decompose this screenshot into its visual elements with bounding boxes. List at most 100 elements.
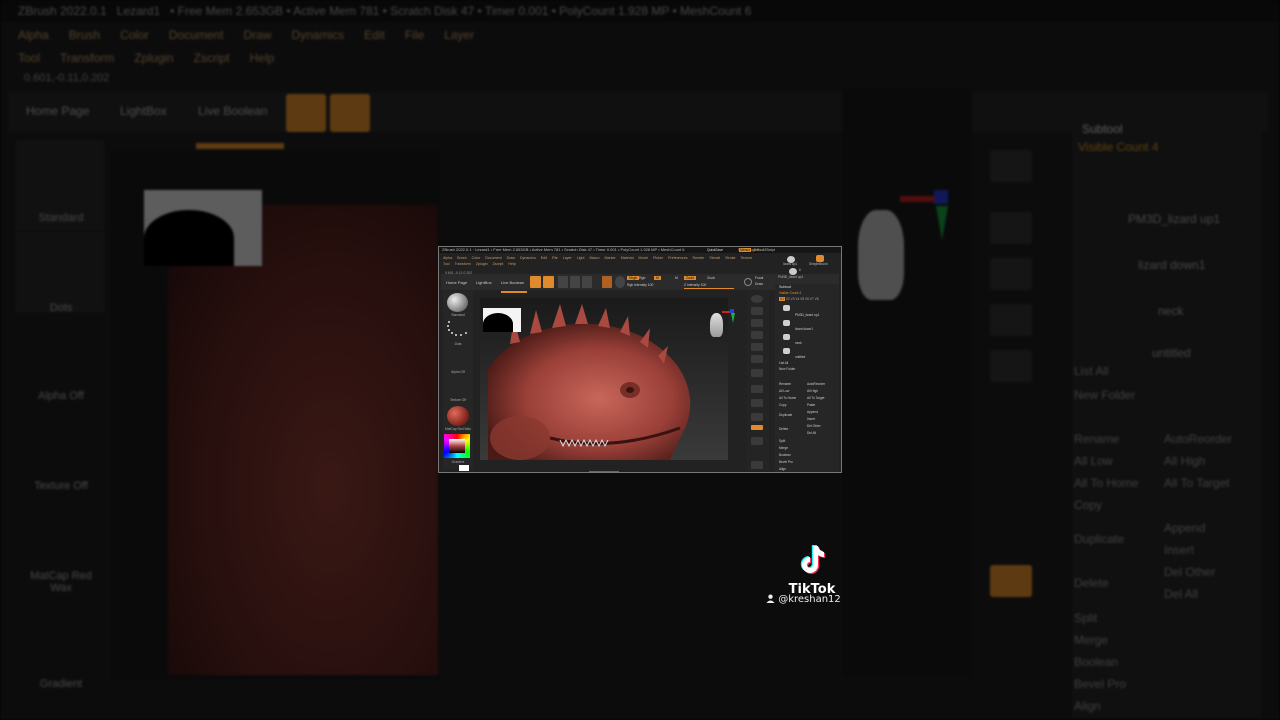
subtool-title[interactable]: Subtool [779, 285, 791, 289]
lightbox-button[interactable]: LightBox [476, 280, 492, 285]
version-v7[interactable]: V7 [810, 297, 814, 301]
spix-button[interactable] [751, 295, 763, 303]
subtool-thumb-3[interactable] [783, 334, 790, 340]
move-button[interactable] [558, 276, 568, 288]
subtool-thumb-4[interactable] [783, 348, 790, 354]
delete-button[interactable]: Delete [779, 427, 788, 431]
actual-button[interactable] [751, 343, 763, 351]
subtool-item-4[interactable]: untitled [795, 355, 805, 359]
version-v6[interactable]: V6 [805, 297, 809, 301]
mrgb-toggle[interactable]: Mrgb [627, 276, 639, 280]
persp-button[interactable] [751, 369, 763, 377]
menu-help[interactable]: Help [508, 262, 515, 266]
menu-tool[interactable]: Tool [443, 262, 450, 266]
subtool-thumb-1[interactable] [783, 305, 790, 311]
z-intensity-slider[interactable]: Z Intensity 100 [684, 283, 706, 287]
menu-stroke[interactable]: Stroke [725, 256, 735, 260]
simplebrush-thumb[interactable] [816, 255, 824, 262]
canvas-scrollbar[interactable] [589, 471, 619, 472]
version-v3[interactable]: V3 [791, 297, 795, 301]
subtool-thumb-2[interactable] [783, 320, 790, 326]
all-to-home-button[interactable]: All To Home [779, 396, 796, 400]
lock-button[interactable] [751, 413, 763, 421]
focal-shift-slider[interactable]: Focal [755, 276, 763, 280]
bevel-pro-button[interactable]: Bevel Pro [779, 460, 793, 464]
menu-material[interactable]: Material [621, 256, 634, 260]
duplicate-button[interactable]: Duplicate [779, 413, 792, 417]
version-v5[interactable]: V5 [800, 297, 804, 301]
menu-row-2[interactable]: Tool Transform Zplugin Zscript Help [443, 262, 520, 266]
menu-file[interactable]: File [552, 256, 558, 260]
scale-button[interactable] [570, 276, 580, 288]
navigation-head-icon[interactable] [710, 313, 723, 337]
quicksave-button[interactable]: QuickSave [707, 248, 723, 252]
copy-button[interactable]: Copy [779, 403, 786, 407]
menu-zscript[interactable]: Zscript [493, 262, 504, 266]
live-boolean-button[interactable]: Live Boolean [501, 280, 524, 285]
aahalf-button[interactable] [751, 355, 763, 363]
del-all-button[interactable]: Del All [807, 431, 816, 435]
menu-dynamics[interactable]: Dynamics [520, 256, 536, 260]
menu-row-1[interactable]: Alpha Brush Color Document Draw Dynamics… [443, 256, 756, 260]
rotate-button[interactable] [582, 276, 592, 288]
version-v8[interactable]: V8 [815, 297, 819, 301]
spix3-button[interactable] [751, 307, 763, 315]
menu-alpha[interactable]: Alpha [443, 256, 452, 260]
lazy-mouse-icon[interactable] [744, 278, 752, 286]
pm3d-tool-thumb[interactable] [789, 268, 797, 275]
boolean-button[interactable]: Boolean [779, 453, 791, 457]
subtool-item-3[interactable]: neck [795, 341, 802, 345]
rename-button[interactable]: Rename [779, 382, 791, 386]
menu-light[interactable]: Light [577, 256, 585, 260]
frame-button[interactable] [751, 437, 763, 445]
menu-draw[interactable]: Draw [507, 256, 515, 260]
all-high-button[interactable]: All High [807, 389, 818, 393]
tool-pm3d[interactable]: PM3D_lizard up1 [778, 275, 803, 279]
scroll-button[interactable] [751, 319, 763, 327]
menus-button[interactable]: Menus [739, 248, 751, 252]
tool-lizard-up1[interactable]: lizard up1 [783, 262, 797, 266]
brush-thumbnail[interactable] [447, 293, 468, 312]
qxyz-button[interactable] [751, 425, 763, 430]
append-button[interactable]: Append [807, 410, 818, 414]
zoom-button[interactable] [751, 331, 763, 339]
menu-picker[interactable]: Picker [653, 256, 663, 260]
all-low-button[interactable]: All Low [779, 389, 789, 393]
version-row[interactable]: V1 V2 V3 V4 V5 V6 V7 V8 [779, 297, 818, 301]
subtool-item-1[interactable]: PM3D_lizard up1 [795, 313, 819, 317]
menu-stencil[interactable]: Stencil [709, 256, 720, 260]
menu-transform[interactable]: Transform [455, 262, 471, 266]
tool-simplebrush[interactable]: SimpleBrush [809, 262, 828, 266]
version-v2[interactable]: V2 [786, 297, 790, 301]
menu-render[interactable]: Render [693, 256, 705, 260]
align-button[interactable]: Align [779, 467, 786, 471]
color-picker-inner[interactable] [449, 439, 465, 453]
menu-movie[interactable]: Movie [639, 256, 649, 260]
list-all-button[interactable]: List All [779, 361, 788, 365]
gizmo-button[interactable] [615, 276, 625, 288]
lsym-button[interactable] [751, 399, 763, 407]
stroke-dots-icon[interactable] [447, 320, 469, 338]
rgb-intensity-slider[interactable]: Rgb Intensity 100 [627, 283, 653, 287]
material-sphere-button[interactable] [602, 276, 612, 288]
new-folder-button[interactable]: New Folder [779, 367, 795, 371]
material-thumbnail[interactable] [447, 406, 469, 426]
menu-document[interactable]: Document [485, 256, 501, 260]
menu-zplugin[interactable]: Zplugin [476, 262, 488, 266]
paste-button[interactable]: Paste [807, 403, 815, 407]
edit-button[interactable] [530, 276, 541, 288]
del-other-button[interactable]: Del Other [807, 424, 821, 428]
floor-button[interactable] [751, 385, 763, 393]
menu-macro[interactable]: Macro [590, 256, 600, 260]
subtool-item-2[interactable]: lizard down1 [795, 327, 813, 331]
zadd-toggle[interactable]: Zadd [684, 276, 696, 280]
version-v4[interactable]: V4 [795, 297, 799, 301]
draw-button[interactable] [543, 276, 554, 288]
menu-edit[interactable]: Edit [541, 256, 547, 260]
all-to-target-button[interactable]: All To Target [807, 396, 824, 400]
merge-button[interactable]: Merge [779, 446, 788, 450]
menu-layer[interactable]: Layer [563, 256, 572, 260]
version-v1[interactable]: V1 [779, 297, 785, 301]
autoreorder-button[interactable]: AutoReorder [807, 382, 825, 386]
home-page-button[interactable]: Home Page [446, 280, 467, 285]
